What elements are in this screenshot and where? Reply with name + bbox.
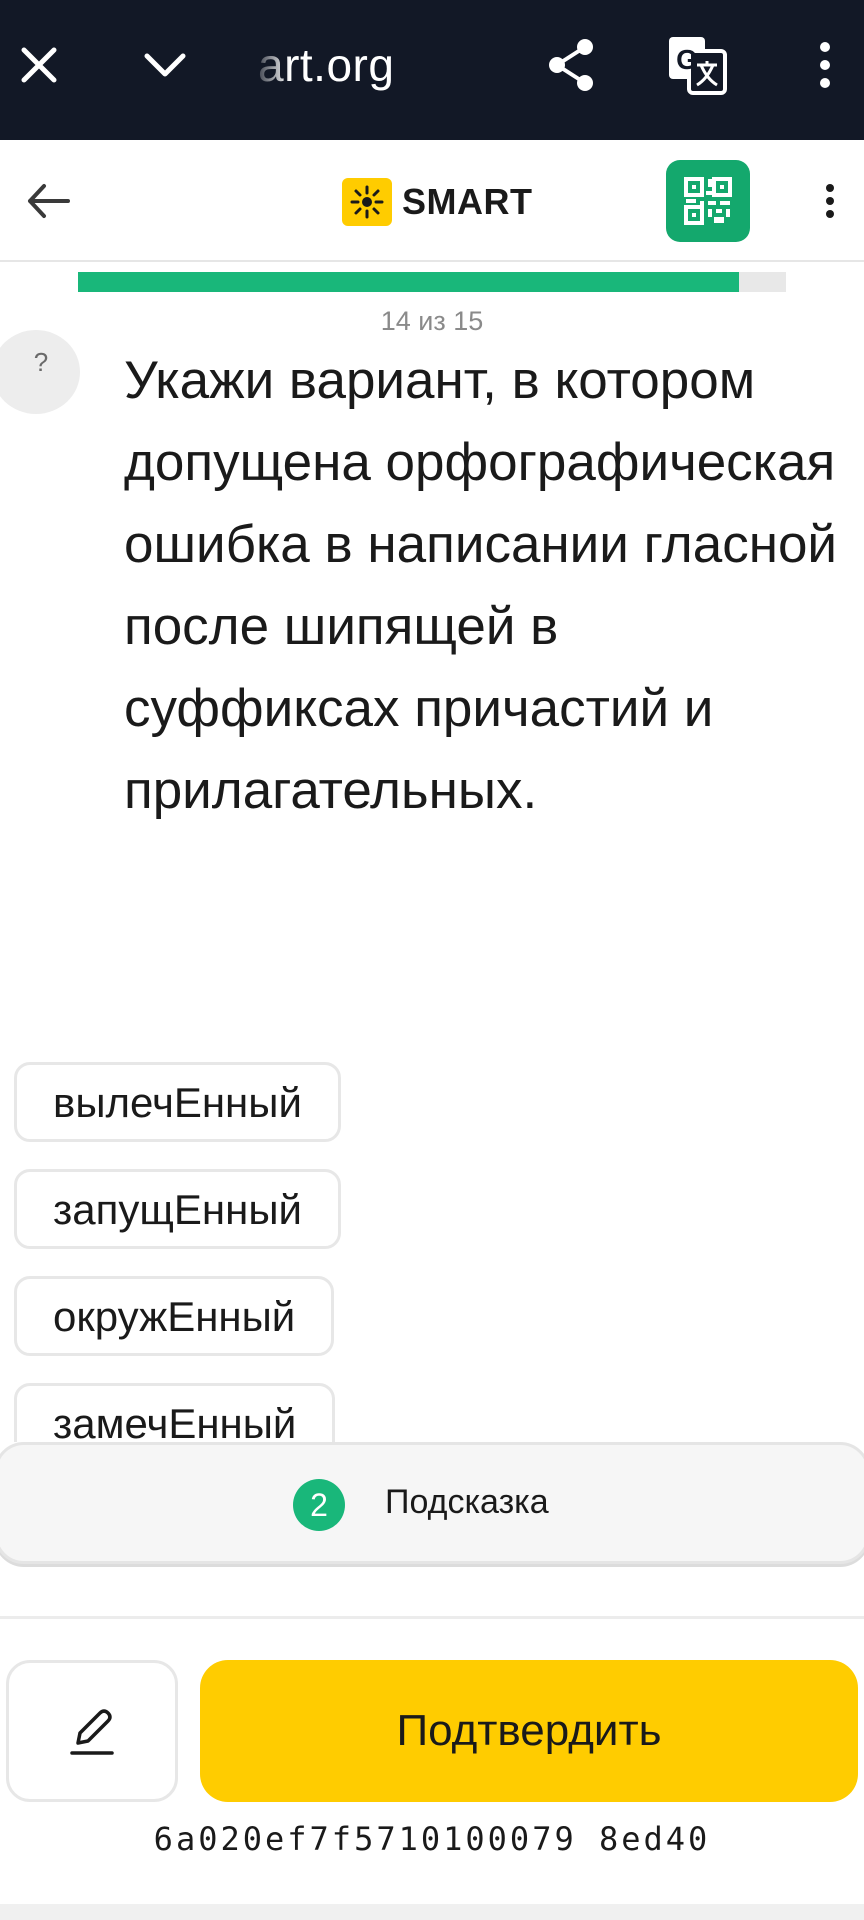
- chevron-down-icon[interactable]: [130, 30, 200, 100]
- logo-text: SMART: [402, 181, 533, 222]
- back-button[interactable]: [14, 166, 84, 236]
- answer-options: вылечЕнный запущЕнный окружЕнный замечЕн…: [14, 1062, 414, 1442]
- confirm-button[interactable]: Подтвердить: [200, 1660, 858, 1802]
- qr-code-button[interactable]: [666, 160, 750, 242]
- question-mark-icon: ?: [33, 346, 49, 377]
- question-text: Укажи вариант, в котором допущена орфогр…: [124, 351, 838, 820]
- progress-label: 14 из 15: [380, 306, 484, 336]
- hint-button[interactable]: 2 Подсказка: [0, 1442, 864, 1564]
- hint-label: Подсказка: [385, 1483, 549, 1521]
- share-icon[interactable]: [536, 30, 606, 100]
- svg-text:G: G: [676, 44, 698, 75]
- session-code: 6a020ef7f5710100079 8ed40: [153, 1820, 711, 1858]
- bottom-edge: [0, 1904, 864, 1920]
- browser-toolbar: art.org G: [0, 0, 864, 140]
- answer-option[interactable]: замечЕнный: [14, 1383, 336, 1442]
- close-icon[interactable]: [4, 30, 74, 100]
- answer-option[interactable]: окружЕнный: [14, 1276, 335, 1356]
- more-vertical-icon[interactable]: [790, 30, 860, 100]
- translate-icon[interactable]: G: [662, 30, 732, 100]
- qr-code-icon: [684, 177, 732, 225]
- header-more-vertical-icon[interactable]: [810, 166, 850, 236]
- edit-button[interactable]: [6, 1660, 178, 1802]
- smart-logo: SMART: [342, 178, 533, 226]
- answer-option[interactable]: вылечЕнный: [14, 1062, 341, 1142]
- sun-icon: [342, 178, 392, 226]
- divider: [0, 1616, 864, 1619]
- answer-option[interactable]: запущЕнный: [14, 1169, 341, 1249]
- progress-fill: [78, 272, 739, 292]
- question-badge: ?: [0, 330, 80, 414]
- url-fade: [250, 30, 290, 100]
- app-header: SMART: [0, 140, 864, 262]
- arrow-left-icon: [28, 184, 70, 218]
- pencil-icon: [70, 1709, 114, 1755]
- hint-count-badge: 2: [293, 1479, 345, 1531]
- progress-bar: [78, 272, 786, 292]
